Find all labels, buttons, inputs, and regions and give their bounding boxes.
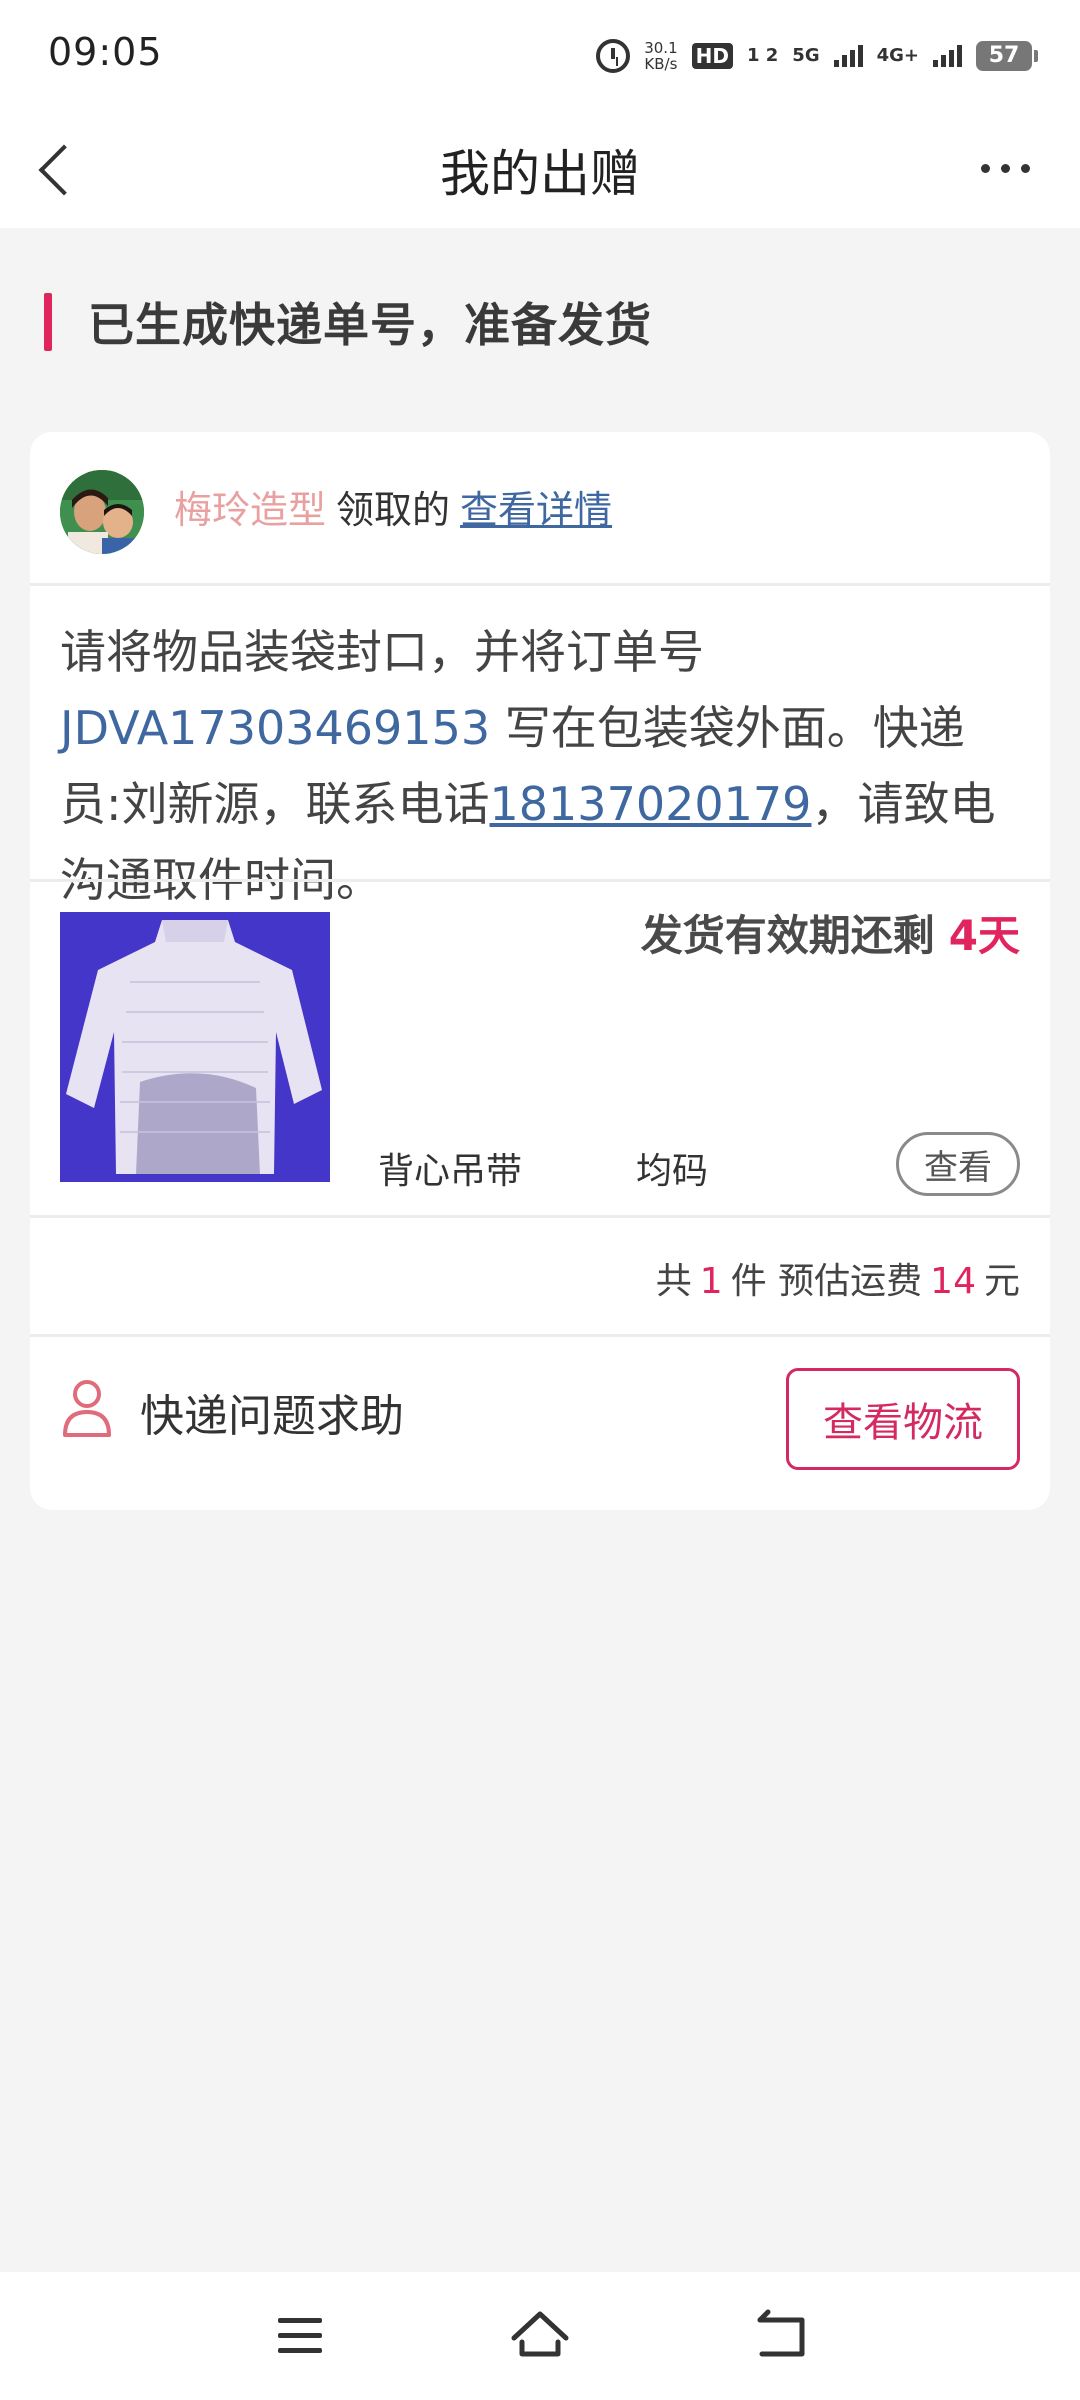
divider [30, 879, 1050, 882]
deadline-value: 4天 [948, 911, 1020, 960]
status-icons: 30.1 KB/s HD 1 2 5G 4G+ 57 [596, 36, 1038, 76]
summary-prefix: 共 [655, 1261, 692, 1302]
item-size: 均码 [636, 1151, 709, 1192]
deadline-label: 发货有效期还剩 [640, 911, 935, 960]
page-title: 我的出赠 [440, 145, 640, 203]
view-item-button[interactable]: 查看 [896, 1132, 1020, 1196]
status-bar: 09:05 30.1 KB/s HD 1 2 5G 4G+ 57 [0, 0, 1080, 108]
battery-icon: 57 [976, 41, 1038, 71]
view-details-link[interactable]: 查看详情 [460, 488, 612, 532]
nav-bar: 我的出赠 [0, 108, 1080, 228]
claimer-name[interactable]: 梅玲造型 [174, 488, 326, 532]
network-speed: 30.1 KB/s [644, 40, 677, 72]
gift-order-card: 梅玲造型 领取的 查看详情 请将物品装袋封口，并将订单号 JDVA173034691… [30, 432, 1050, 1510]
claim-row: 梅玲造型 领取的 查看详情 [30, 432, 1050, 588]
page: 09:05 30.1 KB/s HD 1 2 5G 4G+ 57 我的出赠 已生… [0, 0, 1080, 2400]
item-count: 1 [699, 1261, 723, 1302]
hd-icon: HD [691, 43, 733, 69]
system-nav-bar [0, 2272, 1080, 2400]
fee-unit: 元 [983, 1261, 1020, 1302]
claim-verb: 领取的 [336, 488, 451, 532]
network-4g-label: 4G+ [876, 45, 919, 66]
order-summary: 共1件 预估运费 14 元 [656, 1252, 1020, 1304]
divider [30, 1215, 1050, 1218]
accent-bar [44, 293, 52, 351]
shipping-deadline: 发货有效期还剩 4天 [641, 902, 1020, 963]
home-icon[interactable] [500, 2296, 580, 2376]
status-time: 09:05 [48, 30, 163, 74]
courier-help-link[interactable]: 快递问题求助 [140, 1380, 404, 1444]
order-number: JDVA17303469153 [60, 701, 491, 755]
signal-icon-2 [933, 45, 962, 67]
shipping-fee: 14 [930, 1261, 976, 1302]
item-category: 背心吊带 [378, 1151, 523, 1192]
shipping-status-heading: 已生成快递单号，准备发货 [44, 292, 652, 352]
item-photo[interactable] [60, 912, 330, 1182]
instruction-text-1: 请将物品装袋封口，并将订单号 [60, 625, 704, 679]
fee-label: 预估运费 [778, 1261, 923, 1302]
signal-icon-1 [833, 45, 863, 67]
sim-labels: 1 2 [746, 45, 779, 66]
packing-instruction: 请将物品装袋封口，并将订单号 JDVA17303469153 写在包装袋外面。快… [60, 614, 1025, 918]
view-logistics-button[interactable]: 查看物流 [786, 1368, 1020, 1470]
divider [30, 583, 1050, 586]
courier-phone-link[interactable]: 18137020179 [490, 777, 812, 831]
menu-icon[interactable] [260, 2296, 340, 2376]
claim-text: 梅玲造型 领取的 查看详情 [174, 482, 612, 538]
person-icon[interactable] [60, 1378, 114, 1438]
network-speed-unit: KB/s [644, 55, 678, 73]
avatar[interactable] [60, 470, 144, 554]
count-unit: 件 [730, 1261, 767, 1302]
divider [30, 1334, 1050, 1337]
network-5g-label: 5G [792, 45, 820, 66]
more-dots-icon[interactable] [970, 148, 1040, 188]
alarm-icon [596, 39, 631, 73]
back-icon[interactable] [740, 2296, 820, 2376]
shipping-status-text: 已生成快递单号，准备发货 [88, 298, 652, 352]
